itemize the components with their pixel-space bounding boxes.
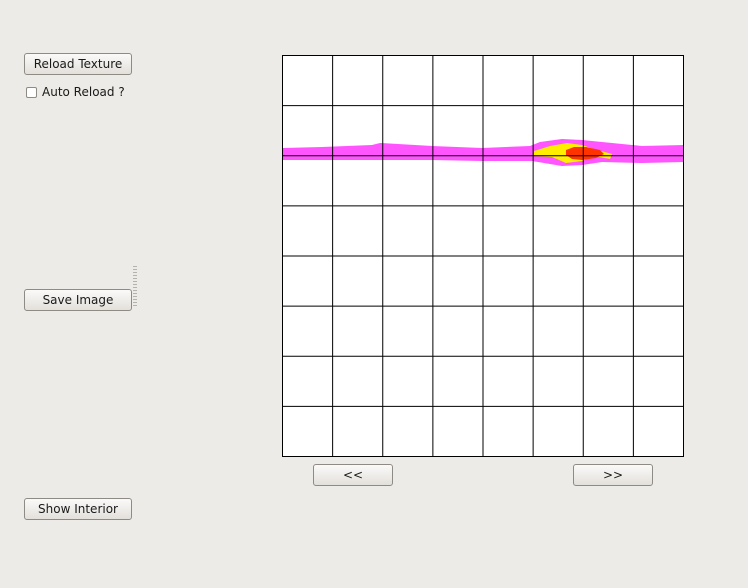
auto-reload-label: Auto Reload ? [42,85,125,99]
texture-canvas [282,55,684,457]
save-image-button[interactable]: Save Image [24,289,132,311]
show-interior-button[interactable]: Show Interior [24,498,132,520]
texture-grid [282,55,684,457]
auto-reload-checkbox[interactable] [26,86,37,98]
auto-reload-option[interactable]: Auto Reload ? [26,85,125,99]
next-button[interactable]: >> [573,464,653,486]
splitter-handle[interactable] [133,266,137,306]
reload-texture-button[interactable]: Reload Texture [24,53,132,75]
texture-viewer [282,55,684,457]
previous-button[interactable]: << [313,464,393,486]
